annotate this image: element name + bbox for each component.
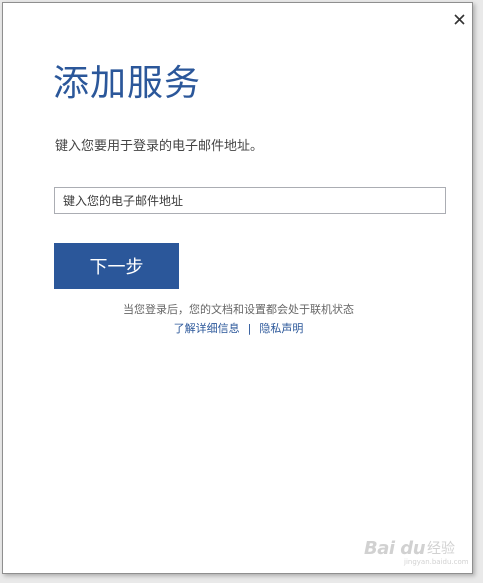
email-field[interactable]	[54, 187, 446, 214]
next-button[interactable]: 下一步	[54, 243, 179, 289]
learn-more-link[interactable]: 了解详细信息	[174, 322, 240, 335]
instruction-text: 键入您要用于登录的电子邮件地址。	[55, 139, 264, 154]
footer-links: 了解详细信息 | 隐私声明	[3, 321, 474, 337]
add-service-dialog: 添加服务 键入您要用于登录的电子邮件地址。 下一步 当您登录后，您的文档和设置都…	[2, 2, 473, 574]
close-button[interactable]	[449, 9, 469, 29]
privacy-link[interactable]: 隐私声明	[259, 322, 303, 335]
dialog-title: 添加服务	[53, 63, 202, 104]
sync-note: 当您登录后，您的文档和设置都会处于联机状态	[123, 303, 354, 316]
link-separator: |	[247, 322, 252, 335]
close-icon	[453, 13, 465, 25]
